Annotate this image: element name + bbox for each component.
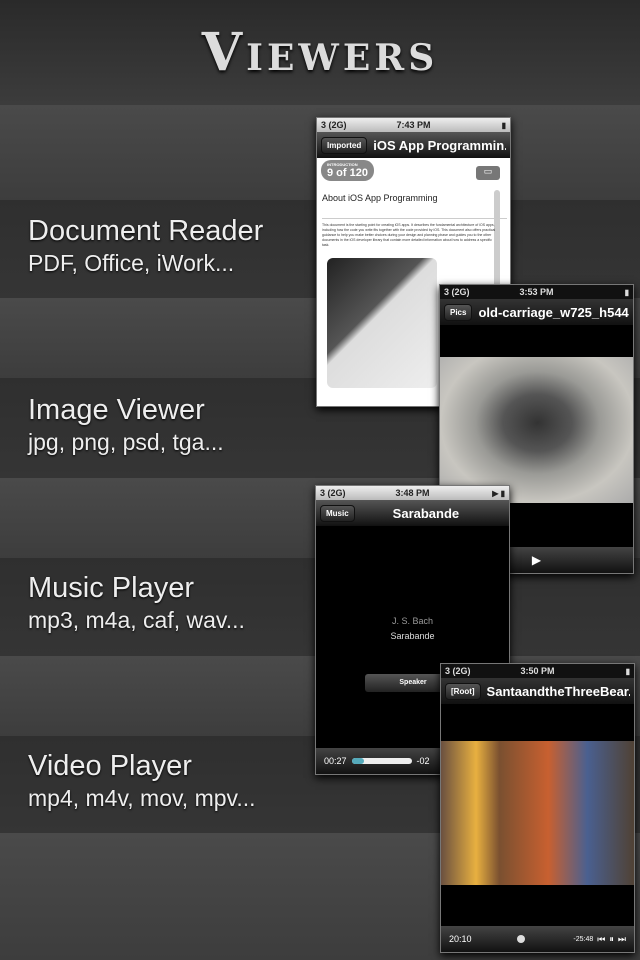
elapsed-time: 20:10	[449, 934, 472, 944]
remaining-time: -25:48	[573, 935, 594, 943]
page-title: Viewers	[201, 22, 439, 83]
video-player-screenshot: 3 (2G) 3:50 PM ▮ [Root] SantaandtheThreeBea…	[440, 663, 635, 953]
status-time: 3:48 PM	[395, 488, 430, 498]
nav-title: Sarabande	[392, 505, 460, 521]
previous-icon[interactable]: ⏮	[597, 934, 605, 945]
back-button[interactable]: Pics	[444, 303, 473, 321]
feature-music-player: Music Player mp3, m4a, caf, wav...	[28, 572, 245, 634]
pause-icon[interactable]: ⏸	[609, 934, 614, 945]
nav-title: old-carriage_w725_h544	[478, 304, 629, 320]
divider	[322, 218, 507, 219]
feature-video-player: Video Player mp4, m4v, mov, mpv...	[28, 750, 255, 812]
feature-document-reader: Document Reader PDF, Office, iWork...	[28, 215, 263, 277]
device-image	[327, 258, 437, 388]
feature-formats: mp4, m4v, mov, mpv...	[28, 785, 256, 811]
nav-title: iOS App Programmin...	[373, 137, 506, 153]
nav-title: SantaandtheThreeBear...	[486, 683, 630, 699]
feature-formats: PDF, Office, iWork...	[28, 250, 235, 276]
doc-body: This document is the starting point for …	[322, 223, 496, 247]
status-time: 3:50 PM	[520, 666, 555, 676]
seek-slider[interactable]	[476, 935, 570, 943]
track-title: Sarabande	[390, 631, 435, 641]
play-icon[interactable]: ▶	[532, 553, 541, 567]
feature-formats: jpg, png, psd, tga...	[28, 429, 224, 455]
feature-name: Image Viewer	[28, 394, 205, 426]
next-icon[interactable]: ⏭	[618, 934, 626, 945]
back-button[interactable]: [Root]	[445, 682, 481, 700]
back-button[interactable]: Imported	[321, 136, 368, 154]
status-time: 3:53 PM	[519, 287, 554, 297]
feature-name: Video Player	[28, 750, 192, 782]
feature-name: Music Player	[28, 572, 194, 604]
back-button[interactable]: Music	[320, 504, 355, 522]
feature-name: Document Reader	[28, 215, 264, 247]
video-frame	[441, 741, 634, 885]
artist: J. S. Bach	[391, 616, 434, 626]
elapsed-time: 00:27	[324, 756, 347, 766]
page-number: 9 of 120	[327, 167, 368, 179]
book-icon[interactable]: ▭	[476, 166, 500, 180]
seek-slider[interactable]	[351, 758, 412, 764]
feature-formats: mp3, m4a, caf, wav...	[28, 607, 245, 633]
status-time: 7:43 PM	[396, 120, 431, 130]
carriage-photo	[440, 357, 633, 503]
doc-heading: About iOS App Programming	[322, 193, 438, 203]
remaining-time: -02	[416, 756, 430, 766]
feature-image-viewer: Image Viewer jpg, png, psd, tga...	[28, 394, 224, 456]
page-counter: INTRODUCTION 9 of 120	[321, 160, 374, 181]
